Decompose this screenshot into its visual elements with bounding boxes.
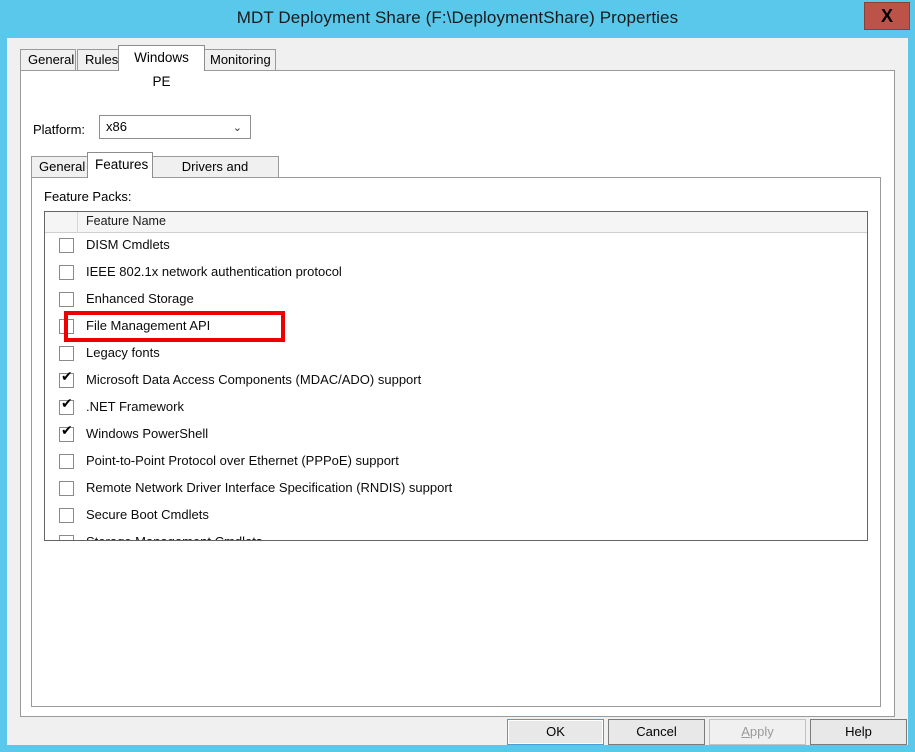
column-header-checkbox[interactable] bbox=[45, 212, 78, 232]
table-row[interactable]: IEEE 802.1x network authentication proto… bbox=[45, 260, 867, 287]
tab-windows-pe[interactable]: Windows PE bbox=[118, 45, 205, 89]
feature-label: Storage Management Cmdlets bbox=[86, 534, 262, 540]
ok-button[interactable]: OK bbox=[507, 719, 604, 745]
tab-monitoring[interactable]: Monitoring bbox=[202, 49, 276, 71]
properties-dialog: MDT Deployment Share (F:\DeploymentShare… bbox=[0, 0, 915, 752]
platform-value: x86 bbox=[106, 119, 127, 134]
chevron-down-icon: ⌄ bbox=[232, 122, 242, 134]
feature-label: DISM Cmdlets bbox=[86, 237, 170, 252]
feature-label: Legacy fonts bbox=[86, 345, 160, 360]
outer-tab-strip: General Rules Windows PE Monitoring bbox=[20, 45, 895, 89]
table-row[interactable]: ✔ Windows PowerShell bbox=[45, 422, 867, 449]
feature-checkbox[interactable] bbox=[59, 454, 74, 469]
feature-label: IEEE 802.1x network authentication proto… bbox=[86, 264, 342, 279]
feature-label: File Management API bbox=[86, 318, 211, 333]
features-tab-panel: Feature Packs: Feature Name DISM Cmdlets… bbox=[31, 177, 881, 707]
cancel-button[interactable]: Cancel bbox=[608, 719, 705, 745]
feature-label: Point-to-Point Protocol over Ethernet (P… bbox=[86, 453, 399, 468]
table-row[interactable]: Secure Boot Cmdlets bbox=[45, 503, 867, 530]
column-header-feature-name[interactable]: Feature Name bbox=[78, 212, 867, 232]
dialog-button-row: OK Cancel Apply Help bbox=[7, 719, 908, 745]
feature-checkbox[interactable] bbox=[59, 319, 74, 334]
inner-tab-features[interactable]: Features bbox=[87, 152, 153, 178]
apply-button: Apply bbox=[709, 719, 806, 745]
table-row[interactable]: Point-to-Point Protocol over Ethernet (P… bbox=[45, 449, 867, 476]
feature-checkbox[interactable] bbox=[59, 265, 74, 280]
check-icon: ✔ bbox=[61, 423, 73, 439]
table-row[interactable]: Storage Management Cmdlets bbox=[45, 530, 867, 540]
feature-checkbox[interactable] bbox=[59, 346, 74, 361]
tab-general[interactable]: General bbox=[20, 49, 76, 71]
table-row[interactable]: File Management API bbox=[45, 314, 867, 341]
platform-label: Platform: bbox=[33, 122, 86, 137]
feature-checkbox[interactable] bbox=[59, 508, 74, 523]
window-title: MDT Deployment Share (F:\DeploymentShare… bbox=[236, 8, 679, 27]
table-row[interactable]: DISM Cmdlets bbox=[45, 233, 867, 260]
feature-packs-label: Feature Packs: bbox=[44, 189, 132, 204]
title-bar: MDT Deployment Share (F:\DeploymentShare… bbox=[0, 0, 915, 38]
inner-tab-strip: GeneralFeaturesDrivers and Patches bbox=[31, 152, 881, 194]
windows-pe-tab-panel: Platform: x86 ⌄ General Features Drivers a… bbox=[20, 70, 895, 717]
check-icon: ✔ bbox=[61, 369, 73, 385]
feature-checkbox[interactable] bbox=[59, 535, 74, 540]
dialog-client-area: General Rules Windows PE Monitoring Platfor… bbox=[7, 38, 908, 745]
platform-select[interactable]: x86 ⌄ bbox=[99, 115, 251, 139]
inner-tab-general[interactable]: General bbox=[31, 156, 89, 178]
feature-checkbox[interactable] bbox=[59, 481, 74, 496]
inner-tab-drivers-and-patches[interactable]: Drivers and Patches bbox=[151, 156, 279, 194]
feature-label: Enhanced Storage bbox=[86, 291, 194, 306]
feature-label: Remote Network Driver Interface Specific… bbox=[86, 480, 453, 495]
feature-label: Windows PowerShell bbox=[86, 426, 209, 441]
table-row[interactable]: ✔ .NET Framework bbox=[45, 395, 867, 422]
table-row[interactable]: Legacy fonts bbox=[45, 341, 867, 368]
help-button[interactable]: Help bbox=[810, 719, 907, 745]
feature-label: Microsoft Data Access Components (MDAC/A… bbox=[86, 372, 422, 387]
list-rows: DISM Cmdlets IEEE 802.1x network authenti… bbox=[45, 233, 867, 540]
feature-checkbox[interactable]: ✔ bbox=[59, 423, 74, 442]
feature-checkbox[interactable]: ✔ bbox=[59, 396, 74, 415]
feature-checkbox[interactable]: ✔ bbox=[59, 369, 74, 388]
table-row[interactable]: ✔ Microsoft Data Access Components (MDAC/… bbox=[45, 368, 867, 395]
check-icon: ✔ bbox=[61, 396, 73, 412]
feature-label: Secure Boot Cmdlets bbox=[86, 507, 209, 522]
table-row[interactable]: Enhanced Storage bbox=[45, 287, 867, 314]
table-row[interactable]: Remote Network Driver Interface Specific… bbox=[45, 476, 867, 503]
feature-checkbox[interactable] bbox=[59, 292, 74, 307]
feature-label: .NET Framework bbox=[86, 399, 184, 414]
close-icon[interactable]: X bbox=[864, 2, 910, 30]
feature-checkbox[interactable] bbox=[59, 238, 74, 253]
feature-packs-list[interactable]: Feature Name DISM Cmdlets IEEE 802.1x net… bbox=[44, 211, 868, 541]
tab-rules[interactable]: Rules bbox=[77, 49, 121, 71]
list-header: Feature Name bbox=[45, 212, 867, 233]
